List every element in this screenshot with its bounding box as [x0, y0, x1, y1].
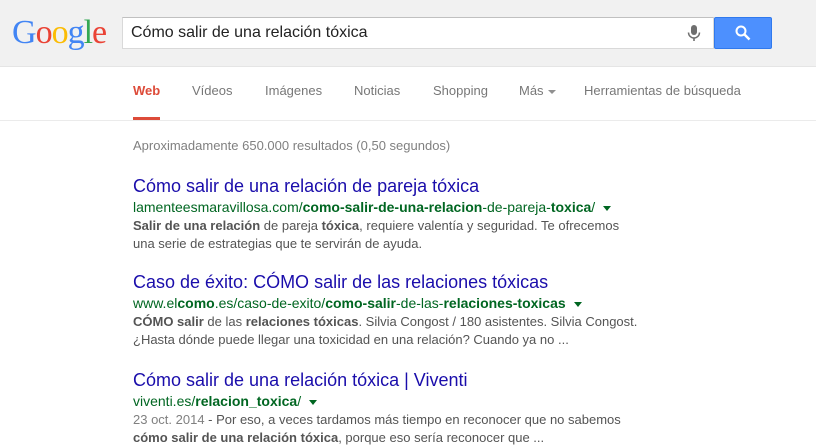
magnifier-icon: [735, 25, 751, 41]
url-text: viventi.es/: [133, 393, 196, 409]
result-snippet: CÓMO salir de las relaciones tóxicas. Si…: [133, 313, 653, 349]
url-keyword: como-salir: [325, 295, 397, 311]
url-text: -de-las-: [396, 295, 444, 311]
url-menu-arrow-icon[interactable]: [573, 301, 582, 307]
snippet-text: - Por eso, a veces tardamos más tiempo e…: [204, 412, 621, 427]
url-text: /: [297, 393, 302, 409]
url-keyword: relaciones-toxicas: [443, 295, 566, 311]
result-date: 23 oct. 2014: [133, 412, 205, 427]
result-title-link[interactable]: Caso de éxito: CÓMO salir de las relacio…: [133, 272, 653, 292]
url-menu-arrow-icon[interactable]: [603, 205, 612, 211]
snippet-text: de pareja: [260, 218, 322, 233]
url-keyword: como-salir-de-una-relacion: [302, 199, 483, 215]
logo-letter: l: [83, 14, 94, 51]
tab-web[interactable]: Web: [133, 67, 161, 120]
logo-letter: o: [51, 14, 69, 51]
result-stats: Aproximadamente 650.000 resultados (0,50…: [133, 138, 451, 153]
result-snippet: Salir de una relación de pareja tóxica, …: [133, 217, 653, 253]
search-result: Caso de éxito: CÓMO salir de las relacio…: [133, 272, 653, 349]
tab-shopping[interactable]: Shopping: [433, 67, 488, 120]
search-form: [122, 17, 772, 49]
chevron-down-icon: [547, 89, 556, 94]
snippet-text: , porque eso sería reconocer que ...: [338, 430, 545, 445]
tab-more-label: Más: [519, 83, 544, 98]
snippet-text: , requiere valentía y seguridad. Te ofre…: [359, 218, 620, 233]
search-button[interactable]: [714, 17, 772, 49]
result-url: www.elcomo.es/caso-de-exito/como-salir-d…: [133, 294, 653, 313]
result-url: lamenteesmaravillosa.com/como-salir-de-u…: [133, 198, 653, 217]
search-result: Cómo salir de una relación de pareja tóx…: [133, 176, 653, 253]
url-keyword: toxica: [550, 199, 592, 215]
snippet-keyword: CÓMO salir: [133, 314, 204, 329]
result-title-link[interactable]: Cómo salir de una relación de pareja tóx…: [133, 176, 653, 196]
tab-more[interactable]: Más: [519, 67, 556, 120]
search-input[interactable]: [131, 18, 671, 48]
url-text: .es/caso-de-exito/: [214, 295, 326, 311]
logo-letter: g: [67, 14, 85, 51]
url-keyword: como: [177, 295, 215, 311]
url-keyword: relacion_toxica: [195, 393, 298, 409]
search-box[interactable]: [122, 17, 714, 49]
result-snippet: 23 oct. 2014 - Por eso, a veces tardamos…: [133, 411, 653, 447]
snippet-text: de las: [203, 314, 246, 329]
url-text: lamenteesmaravillosa.com/: [133, 199, 303, 215]
search-result: Cómo salir de una relación tóxica | Vive…: [133, 370, 653, 447]
snippet-keyword: Salir de una relación: [133, 218, 261, 233]
header: Google: [0, 0, 816, 67]
url-text: -de-pareja-: [482, 199, 551, 215]
search-tabs: Web Vídeos Imágenes Noticias Shopping Má…: [0, 67, 816, 121]
logo-letter: G: [12, 14, 37, 51]
snippet-text: una serie de estrategias que te servirán…: [133, 236, 423, 251]
microphone-icon[interactable]: [685, 24, 703, 42]
url-menu-arrow-icon[interactable]: [309, 399, 318, 405]
google-logo[interactable]: Google: [12, 13, 107, 53]
result-title-link[interactable]: Cómo salir de una relación tóxica | Vive…: [133, 370, 653, 390]
url-text: www.el: [133, 295, 178, 311]
tab-search-tools[interactable]: Herramientas de búsqueda: [584, 67, 741, 120]
snippet-keyword: cómo salir de una relación tóxica: [133, 430, 339, 445]
tab-images[interactable]: Imágenes: [265, 67, 322, 120]
logo-letter: e: [92, 14, 107, 51]
logo-letter: o: [35, 14, 53, 51]
url-text: /: [591, 199, 596, 215]
snippet-keyword: relaciones tóxicas: [245, 314, 359, 329]
tab-news[interactable]: Noticias: [354, 67, 400, 120]
snippet-text: . Silvia Congost / 180 asistentes. Silvi…: [358, 314, 638, 329]
snippet-text: ¿Hasta dónde puede llegar una toxicidad …: [133, 332, 569, 347]
result-url: viventi.es/relacion_toxica/: [133, 392, 653, 411]
tab-videos[interactable]: Vídeos: [192, 67, 232, 120]
snippet-keyword: tóxica: [321, 218, 360, 233]
